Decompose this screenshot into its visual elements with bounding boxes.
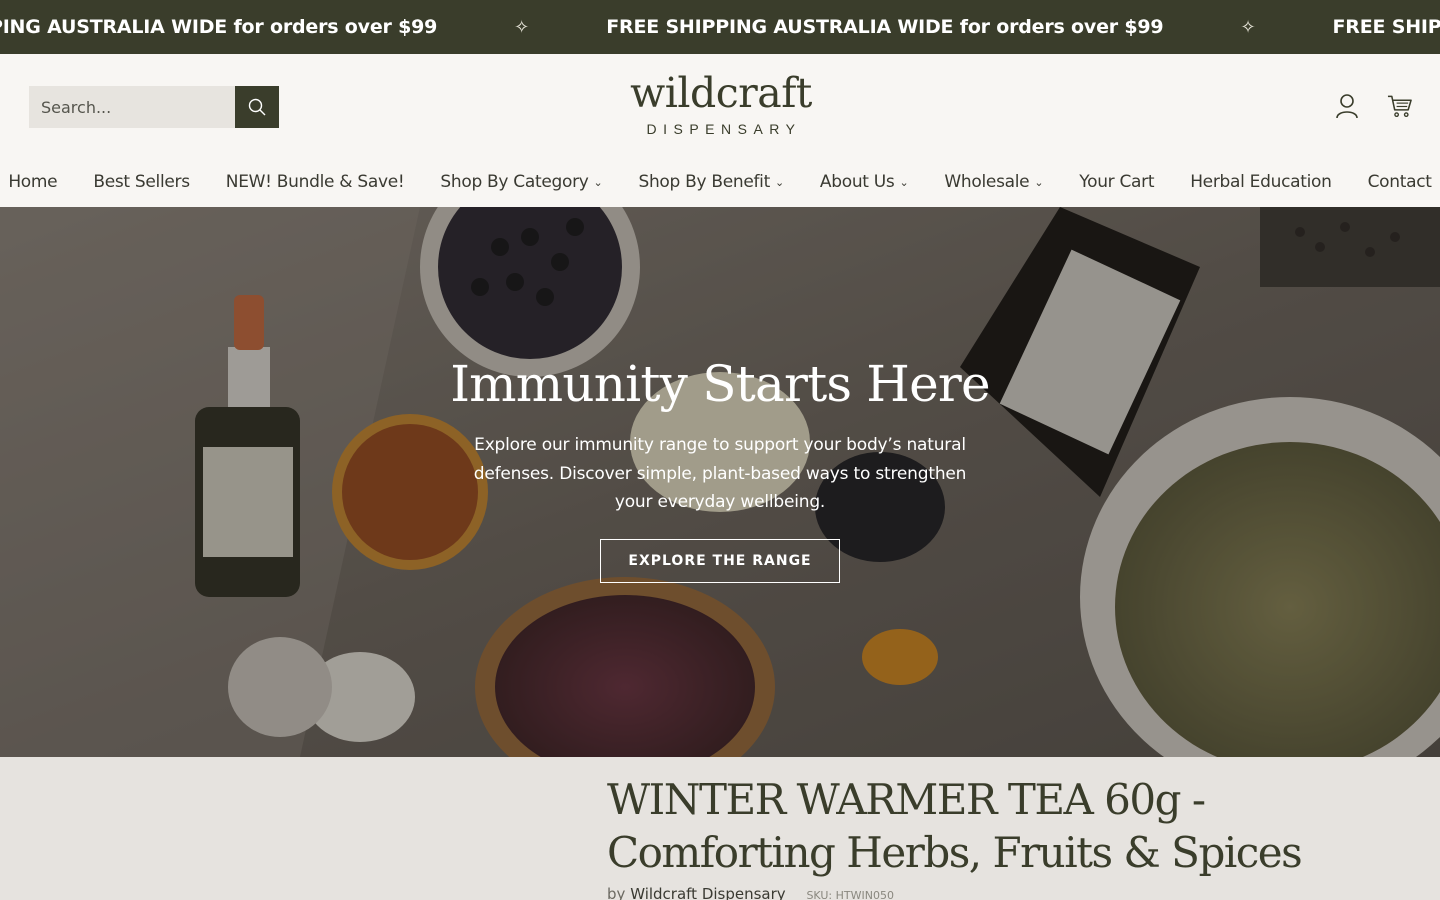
search-icon	[248, 98, 266, 116]
hero-description: Explore our immunity range to support yo…	[473, 435, 967, 512]
hero-title: Immunity Starts Here	[450, 355, 990, 413]
chevron-down-icon: ⌄	[593, 175, 603, 189]
nav-label: Home	[8, 172, 58, 192]
nav-label: Shop By Benefit	[638, 172, 770, 192]
nav-label: Herbal Education	[1190, 172, 1332, 192]
site-logo[interactable]: wildcraft DISPENSARY	[618, 70, 824, 137]
nav-item-about-us[interactable]: About Us ⌄	[820, 172, 909, 192]
nav-label: Wholesale	[944, 172, 1030, 192]
by-label: by	[607, 885, 626, 900]
announcement-bar: FREE SHIPPING AUSTRALIA WIDE for orders …	[0, 0, 1440, 54]
announcement-track: FREE SHIPPING AUSTRALIA WIDE for orders …	[0, 0, 1440, 54]
search-button[interactable]	[235, 86, 279, 128]
product-meta: by Wildcraft Dispensary SKU: HTWIN050	[607, 885, 894, 900]
chevron-down-icon: ⌄	[899, 175, 909, 189]
product-section: WINTER WARMER TEA 60g - Comforting Herbs…	[0, 757, 1440, 900]
nav-label: Your Cart	[1079, 172, 1155, 192]
nav-item-your-cart[interactable]: Your Cart	[1079, 172, 1154, 192]
nav-label: Contact	[1367, 172, 1432, 192]
nav-label: NEW! Bundle & Save!	[225, 172, 405, 192]
nav-item-bundle[interactable]: NEW! Bundle & Save!	[226, 172, 405, 192]
explore-range-button[interactable]: EXPLORE THE RANGE	[600, 538, 840, 583]
nav-item-home[interactable]: Home	[8, 172, 57, 192]
header-icons	[1334, 92, 1412, 120]
sparkle-icon: ✧	[514, 16, 530, 37]
announcement-text: FREE SHIPPING AUSTRALIA WIDE for orders …	[1332, 16, 1440, 38]
hero-banner: Immunity Starts Here Explore our immunit…	[0, 207, 1440, 757]
cart-icon[interactable]	[1387, 92, 1412, 120]
search-form	[29, 86, 279, 128]
hero-content: Immunity Starts Here Explore our immunit…	[0, 355, 1440, 583]
nav-label: About Us	[819, 172, 895, 192]
nav-item-shop-by-benefit[interactable]: Shop By Benefit ⌄	[638, 172, 784, 192]
vendor-link[interactable]: Wildcraft Dispensary	[630, 885, 785, 900]
chevron-down-icon: ⌄	[774, 175, 784, 189]
product-sku: SKU: HTWIN050	[806, 889, 894, 900]
nav-label: Shop By Category	[440, 172, 589, 192]
site-header: wildcraft DISPENSARY Home Best Sellers N…	[0, 54, 1440, 207]
search-input[interactable]	[29, 86, 235, 128]
nav-item-contact[interactable]: Contact	[1368, 172, 1432, 192]
nav-item-shop-by-category[interactable]: Shop By Category ⌄	[440, 172, 602, 192]
nav-label: Best Sellers	[93, 172, 190, 192]
announcement-text: FREE SHIPPING AUSTRALIA WIDE for orders …	[0, 16, 438, 38]
product-title: WINTER WARMER TEA 60g - Comforting Herbs…	[607, 775, 1303, 877]
announcement-text: FREE SHIPPING AUSTRALIA WIDE for orders …	[606, 16, 1164, 38]
logo-subtitle: DISPENSARY	[646, 121, 802, 137]
logo-wordmark: wildcraft	[630, 69, 812, 117]
main-nav: Home Best Sellers NEW! Bundle & Save! Sh…	[0, 172, 1440, 192]
account-icon[interactable]	[1334, 92, 1359, 120]
nav-item-best-sellers[interactable]: Best Sellers	[93, 172, 190, 192]
chevron-down-icon: ⌄	[1034, 175, 1044, 189]
nav-item-herbal-education[interactable]: Herbal Education	[1190, 172, 1332, 192]
nav-item-wholesale[interactable]: Wholesale ⌄	[944, 172, 1043, 192]
sparkle-icon: ✧	[1240, 16, 1256, 37]
